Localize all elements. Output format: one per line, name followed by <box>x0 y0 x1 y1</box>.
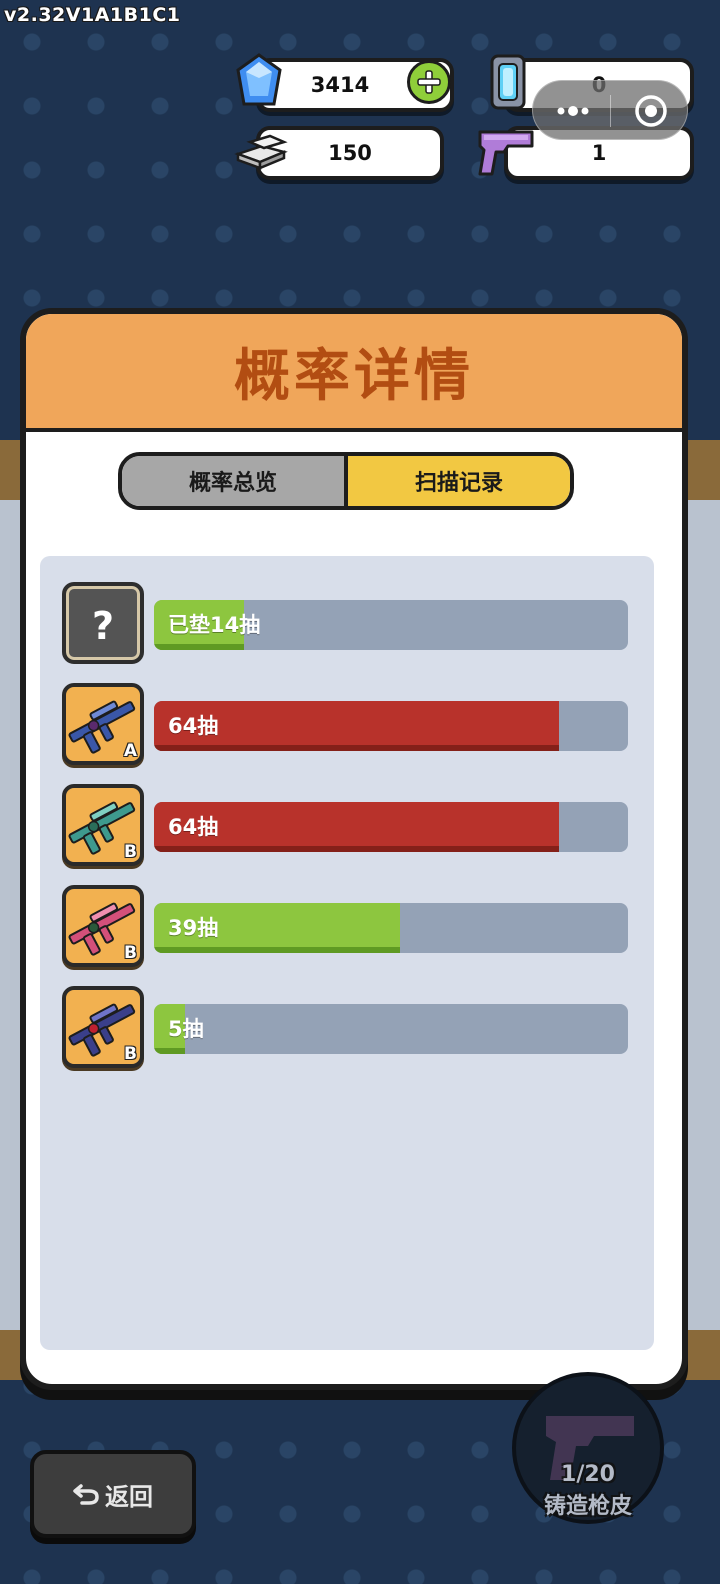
record-row-weapon-a: A 64抽 <box>62 683 632 771</box>
craft-progress-count: 1/20 <box>561 1462 615 1487</box>
version-label: v2.32V1A1B1C1 <box>4 4 181 26</box>
silver-bar-icon <box>232 128 290 176</box>
gem-icon <box>234 52 284 116</box>
record-row-weapon-b2: B 39抽 <box>62 885 632 973</box>
record-row-pity: ? 已垫14抽 <box>62 582 632 670</box>
records-list: ? 已垫14抽 A 64抽 B 64抽 B 39抽 B 5抽 <box>40 556 654 1350</box>
progress-bar: 39抽 <box>154 903 628 953</box>
progress-label: 64抽 <box>168 714 219 738</box>
grade-badge: B <box>124 1044 137 1064</box>
tab-probability-overview[interactable]: 概率总览 <box>122 456 348 506</box>
craft-skin-label: 铸造枪皮 <box>543 1494 632 1519</box>
rifle-skin-icon: A <box>62 683 144 765</box>
miniprogram-capsule <box>532 80 688 140</box>
plus-icon <box>417 70 441 94</box>
capsule-divider <box>610 95 611 127</box>
progress-bar: 5抽 <box>154 1004 628 1054</box>
pistol-icon <box>474 122 538 184</box>
rifle-skin-icon: B <box>62 885 144 967</box>
rifle-skin-icon: B <box>62 986 144 1068</box>
probability-panel: 概率详情 概率总览 扫描记录 ? 已垫14抽 A 64抽 B 64抽 B 39抽… <box>20 308 688 1390</box>
progress-label: 39抽 <box>168 916 219 940</box>
rifle-skin-icon: B <box>62 784 144 866</box>
grade-badge: A <box>123 741 137 761</box>
back-button[interactable]: 返回 <box>30 1450 196 1538</box>
progress-label: 已垫14抽 <box>168 613 261 637</box>
unknown-reward-icon: ? <box>62 582 144 664</box>
record-row-weapon-b3: B 5抽 <box>62 986 632 1074</box>
tab-bar: 概率总览 扫描记录 <box>118 452 574 510</box>
grade-badge: B <box>124 943 137 963</box>
progress-label: 64抽 <box>168 815 219 839</box>
tab-scan-records[interactable]: 扫描记录 <box>348 456 570 506</box>
panel-title: 概率详情 <box>234 343 474 409</box>
add-gems-button[interactable] <box>407 60 451 104</box>
progress-bar: 64抽 <box>154 802 628 852</box>
panel-header: 概率详情 <box>26 314 682 432</box>
more-menu-icon[interactable] <box>553 101 593 121</box>
grade-badge: B <box>124 842 137 862</box>
progress-label: 5抽 <box>168 1017 204 1041</box>
record-row-weapon-b1: B 64抽 <box>62 784 632 872</box>
progress-bar: 已垫14抽 <box>154 600 628 650</box>
energy-cell-icon <box>486 52 530 116</box>
close-miniprogram-icon[interactable] <box>633 93 669 129</box>
return-arrow-icon <box>73 1484 99 1505</box>
back-label: 返回 <box>105 1482 153 1511</box>
progress-bar: 64抽 <box>154 701 628 751</box>
